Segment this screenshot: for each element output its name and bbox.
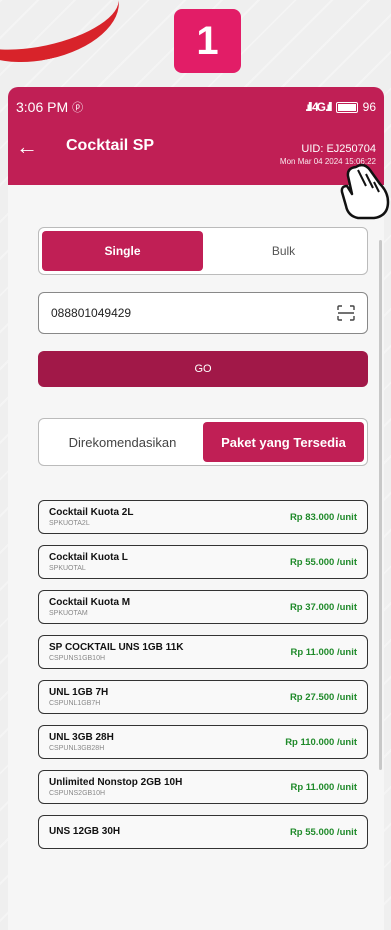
- package-item[interactable]: Cocktail Kuota L SPKUOTAL Rp 55.000 /uni…: [38, 545, 368, 579]
- page-title: Cocktail SP: [66, 137, 155, 154]
- go-button[interactable]: GO: [38, 351, 368, 387]
- package-price: Rp 83.000 /unit: [289, 511, 357, 523]
- app-bar: 3:06 PM ⓟ .ıll 4G .ıll 96 ← Cocktail SP …: [8, 87, 384, 185]
- package-item[interactable]: Cocktail Kuota 2L SPKUOTA2L Rp 83.000 /u…: [38, 500, 368, 534]
- package-code: CSPUNS1GB10H: [49, 655, 106, 662]
- package-code: CSPUNL3GB28H: [49, 745, 105, 752]
- main-content: Single Bulk 088801049429 GO Direkomendas…: [8, 185, 384, 930]
- package-price: Rp 37.000 /unit: [289, 601, 357, 613]
- status-time-group: 3:06 PM ⓟ: [16, 99, 83, 115]
- package-name: Cocktail Kuota 2L: [49, 507, 134, 518]
- mode-toggle: Single Bulk: [38, 227, 368, 275]
- phone-screen: 3:06 PM ⓟ .ıll 4G .ıll 96 ← Cocktail SP …: [8, 87, 384, 930]
- title-row: ← Cocktail SP UID: EJ250704 Mon Mar 04 2…: [8, 136, 384, 167]
- status-bar: 3:06 PM ⓟ .ıll 4G .ıll 96: [8, 87, 384, 127]
- back-arrow-icon[interactable]: ←: [16, 136, 48, 158]
- package-name: UNL 1GB 7H: [49, 687, 109, 698]
- battery-level: 96: [362, 100, 376, 114]
- package-name: Unlimited Nonstop 2GB 10H: [49, 777, 183, 788]
- package-name: UNS 12GB 30H: [49, 825, 121, 837]
- bulk-mode-button[interactable]: Bulk: [203, 231, 364, 271]
- tab-available[interactable]: Paket yang Tersedia: [203, 422, 364, 462]
- data-saver-icon: ⓟ: [72, 102, 84, 114]
- package-price: Rp 110.000 /unit: [285, 736, 357, 748]
- battery-icon: [335, 101, 358, 113]
- step-badge: 1: [174, 9, 241, 73]
- package-name: Cocktail Kuota M: [49, 597, 131, 608]
- single-mode-button[interactable]: Single: [42, 231, 203, 271]
- package-text: UNL 3GB 28H CSPUNL3GB28H: [49, 732, 285, 752]
- package-item[interactable]: Cocktail Kuota M SPKUOTAM Rp 37.000 /uni…: [38, 590, 368, 624]
- package-item[interactable]: UNL 3GB 28H CSPUNL3GB28H Rp 110.000 /uni…: [38, 725, 368, 759]
- scan-icon[interactable]: [337, 305, 355, 321]
- package-code: CSPUNL1GB7H: [49, 700, 101, 707]
- package-code: CSPUNS2GB10H: [49, 790, 106, 797]
- package-code: SPKUOTA2L: [49, 520, 90, 527]
- package-text: Unlimited Nonstop 2GB 10H CSPUNS2GB10H: [49, 777, 290, 797]
- package-item[interactable]: Unlimited Nonstop 2GB 10H CSPUNS2GB10H R…: [38, 770, 368, 804]
- package-price: Rp 27.500 /unit: [289, 691, 357, 703]
- package-item[interactable]: SP COCKTAIL UNS 1GB 11K CSPUNS1GB10H Rp …: [38, 635, 368, 669]
- package-list: Cocktail Kuota 2L SPKUOTA2L Rp 83.000 /u…: [38, 500, 368, 860]
- package-name: SP COCKTAIL UNS 1GB 11K: [49, 642, 184, 653]
- package-text: Cocktail Kuota 2L SPKUOTA2L: [49, 507, 290, 527]
- package-code: SPKUOTAL: [49, 565, 86, 572]
- msisdn-input[interactable]: 088801049429: [38, 292, 368, 334]
- status-indicators: .ıll 4G .ıll 96: [305, 100, 376, 114]
- package-text: Cocktail Kuota M SPKUOTAM: [49, 597, 290, 617]
- tab-recommended[interactable]: Direkomendasikan: [42, 422, 203, 462]
- signal-icon: .ıll 4G .ıll: [305, 100, 332, 114]
- package-text: UNS 12GB 30H: [49, 826, 290, 839]
- msisdn-value: 088801049429: [51, 306, 132, 320]
- package-text: Cocktail Kuota L SPKUOTAL: [49, 552, 290, 572]
- package-text: UNL 1GB 7H CSPUNL1GB7H: [49, 687, 290, 707]
- uid-label: UID: EJ250704: [301, 143, 376, 155]
- package-text: SP COCKTAIL UNS 1GB 11K CSPUNS1GB10H: [49, 642, 290, 662]
- pointing-hand-icon: [340, 163, 390, 220]
- package-item[interactable]: UNL 1GB 7H CSPUNL1GB7H Rp 27.500 /unit: [38, 680, 368, 714]
- package-price: Rp 55.000 /unit: [289, 826, 357, 838]
- package-tabs: Direkomendasikan Paket yang Tersedia: [38, 418, 368, 466]
- package-item[interactable]: UNS 12GB 30H Rp 55.000 /unit: [38, 815, 368, 849]
- package-price: Rp 11.000 /unit: [290, 781, 357, 793]
- status-time: 3:06 PM: [16, 99, 69, 115]
- package-code: SPKUOTAM: [49, 610, 88, 617]
- package-name: UNL 3GB 28H: [49, 732, 114, 743]
- package-price: Rp 55.000 /unit: [289, 556, 357, 568]
- scrollbar[interactable]: [379, 240, 382, 770]
- package-name: Cocktail Kuota L: [49, 552, 128, 563]
- package-price: Rp 11.000 /unit: [290, 646, 357, 658]
